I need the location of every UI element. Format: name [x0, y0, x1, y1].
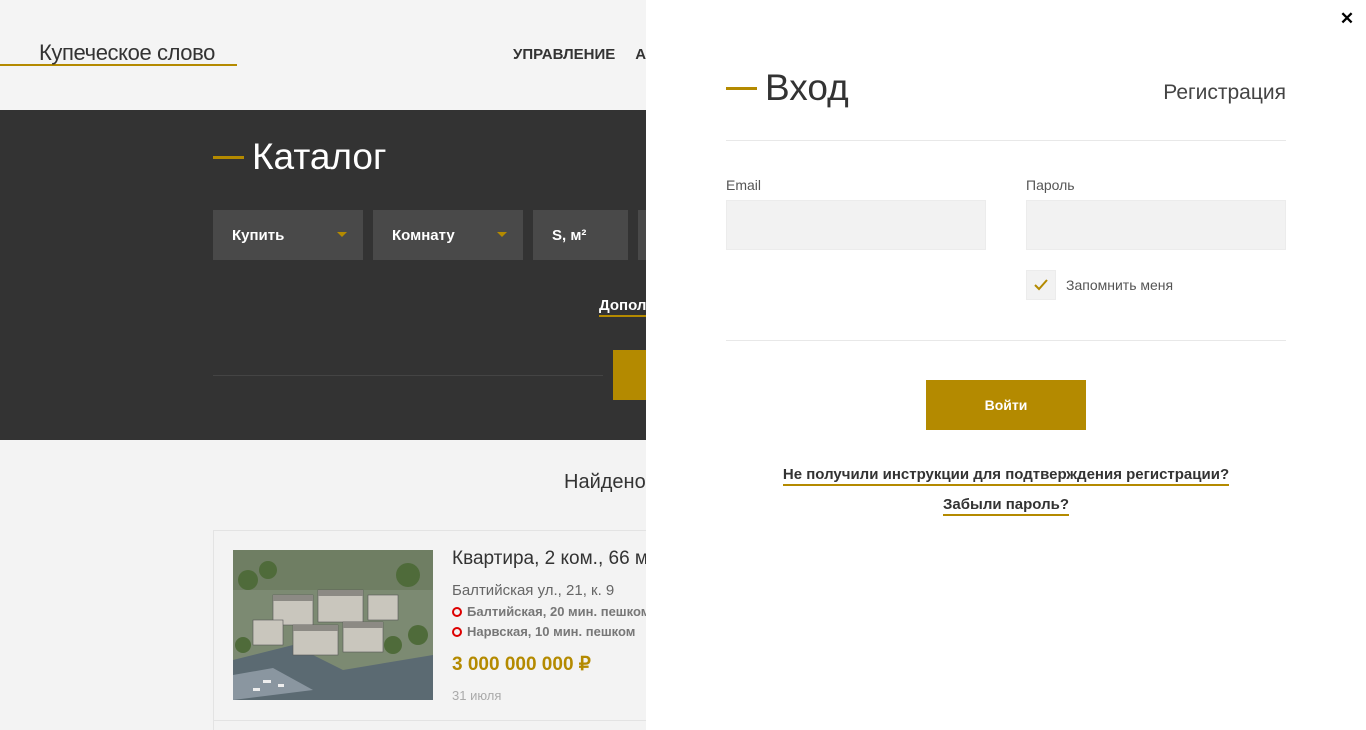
- title-dash: [213, 155, 244, 159]
- filter-deal-type[interactable]: Купить: [213, 210, 363, 260]
- resend-confirmation-row: Не получили инструкции для подтверждения…: [646, 466, 1366, 486]
- filter-deal-type-label: Купить: [232, 227, 285, 244]
- metro-station: Балтийская, 20 мин. пешком: [452, 604, 650, 619]
- filter-area-label: S, м²: [552, 227, 587, 244]
- metro-icon: [452, 607, 462, 617]
- register-link[interactable]: Регистрация: [1163, 81, 1286, 105]
- close-icon[interactable]: ✕: [1338, 10, 1356, 28]
- listing-photo[interactable]: [233, 550, 433, 700]
- found-count: Найдено: [564, 471, 646, 493]
- password-field[interactable]: [1026, 200, 1286, 250]
- logo[interactable]: Купеческое слово: [0, 40, 237, 66]
- email-label: Email: [726, 177, 762, 193]
- metro-station: Нарвская, 10 мин. пешком: [452, 624, 635, 639]
- listing-date: 31 июля: [452, 688, 502, 703]
- login-submit-button[interactable]: Войти: [926, 380, 1086, 430]
- listing-card[interactable]: Квартира, 2 ком., 66 м Балтийская ул., 2…: [213, 530, 673, 721]
- remember-me-checkbox[interactable]: [1026, 270, 1056, 300]
- divider: [726, 140, 1286, 141]
- catalog-title: Каталог: [213, 136, 387, 178]
- divider: [726, 340, 1286, 341]
- checkmark-icon: [1034, 279, 1048, 291]
- email-field[interactable]: [726, 200, 986, 250]
- listing-card[interactable]: [213, 720, 673, 730]
- listing-title[interactable]: Квартира, 2 ком., 66 м: [452, 548, 648, 570]
- caret-down-icon: [337, 232, 347, 237]
- forgot-password-row: Забыли пароль?: [646, 496, 1366, 516]
- login-panel: ✕ Вход Регистрация Email Пароль Запомнит…: [646, 0, 1366, 730]
- building-aerial-image: [233, 550, 433, 700]
- title-dash: [726, 86, 757, 90]
- nav-item-management[interactable]: УПРАВЛЕНИЕ: [513, 46, 615, 63]
- remember-me-label[interactable]: Запомнить меня: [1066, 277, 1173, 293]
- resend-confirmation-link[interactable]: Не получили инструкции для подтверждения…: [782, 466, 1230, 486]
- password-label: Пароль: [1026, 177, 1075, 193]
- listing-address: Балтийская ул., 21, к. 9: [452, 582, 615, 599]
- metro-icon: [452, 627, 462, 637]
- logo-text: Купеческое слово: [39, 40, 215, 65]
- login-title: Вход: [726, 67, 849, 109]
- caret-down-icon: [497, 232, 507, 237]
- catalog-divider: [213, 375, 603, 376]
- listing-price: 3 000 000 000 ₽: [452, 654, 591, 675]
- filter-property-type-label: Комнату: [392, 227, 455, 244]
- filter-area[interactable]: S, м²: [533, 210, 628, 260]
- forgot-password-link[interactable]: Забыли пароль?: [943, 496, 1069, 516]
- filter-property-type[interactable]: Комнату: [373, 210, 523, 260]
